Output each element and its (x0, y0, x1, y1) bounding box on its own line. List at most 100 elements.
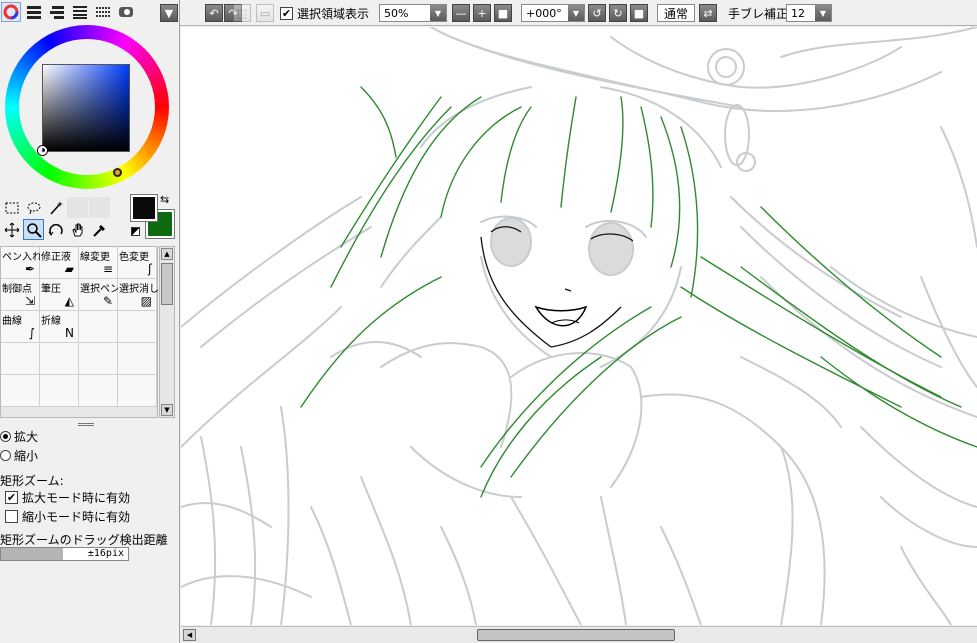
drawing-canvas[interactable] (181, 27, 977, 625)
chevron-down-icon[interactable]: ▼ (568, 5, 584, 21)
zoom-in-button[interactable]: + (473, 4, 491, 22)
move-tool[interactable] (1, 219, 22, 240)
menu-dropdown-button[interactable]: ▼ (160, 4, 178, 22)
select-erase-icon: ▨ (140, 294, 152, 308)
scroll-up-icon[interactable]: ▲ (161, 248, 173, 260)
brush-slot[interactable]: 線変更 ≡ (79, 247, 118, 279)
brush-label: 選択ペン (80, 284, 120, 295)
hue-picker-handle[interactable] (113, 168, 122, 177)
empty-brush-slot[interactable] (1, 343, 40, 375)
rotate-ccw-button[interactable]: ↺ (588, 4, 606, 22)
empty-brush-slot[interactable] (79, 311, 118, 343)
canvas-horizontal-scrollbar[interactable]: ◀ (181, 626, 977, 643)
selection-display-checkbox[interactable]: ✔ (280, 6, 293, 20)
brush-slot[interactable]: 筆圧 ◭ (40, 279, 79, 311)
brush-slot[interactable]: 折線 N (40, 311, 79, 343)
color-wheel-icon (3, 4, 19, 20)
hsv-slider-tab[interactable] (47, 2, 67, 22)
square-icon: ■ (633, 6, 645, 20)
mixer-tab[interactable] (70, 2, 90, 22)
chevron-down-icon[interactable]: ▼ (430, 5, 446, 21)
rgb-slider-tab[interactable] (24, 2, 44, 22)
empty-brush-slot[interactable] (118, 311, 157, 343)
scroll-thumb[interactable] (161, 263, 173, 305)
drag-distance-slider[interactable]: ±16pix (0, 547, 129, 561)
brush-label: 曲線 (2, 316, 22, 327)
empty-brush-slot[interactable] (1, 375, 40, 407)
brush-slot[interactable]: 選択ペン ✎ (79, 279, 120, 311)
magic-wand-tool[interactable] (45, 197, 66, 218)
deselect-icon: ⬚ (236, 6, 248, 20)
hand-tool[interactable] (67, 219, 88, 240)
brush-slot[interactable]: 制御点 ⇲ (1, 279, 40, 311)
blend-mode-button[interactable]: 通常 (657, 4, 696, 22)
brush-label: 筆圧 (41, 284, 61, 295)
scratchpad-tab[interactable] (116, 2, 136, 22)
rotate-icon (48, 223, 63, 236)
radio-button[interactable] (0, 450, 11, 461)
radio-button[interactable] (0, 431, 11, 442)
sv-picker-handle[interactable] (38, 146, 47, 155)
rotation-combo[interactable]: +000° ▼ (521, 4, 585, 22)
stabilizer-combo[interactable]: 12 ▼ (786, 4, 832, 22)
swatch-tab[interactable] (93, 2, 113, 22)
chevron-down-icon[interactable]: ▼ (815, 5, 831, 21)
invert-selection-button[interactable]: ▭ (256, 4, 274, 22)
chevron-down-icon: ▼ (164, 6, 174, 20)
hand-icon (71, 223, 82, 236)
foreground-color-swatch[interactable] (131, 195, 157, 221)
saturation-value-square[interactable] (42, 64, 130, 152)
empty-brush-slot[interactable] (118, 343, 157, 375)
lasso-tool[interactable] (23, 197, 44, 218)
zoom-tool[interactable] (23, 219, 44, 240)
zoom-out-radio[interactable]: 縮小 (0, 447, 38, 464)
rotate-tool[interactable] (45, 219, 66, 240)
plus-icon: + (477, 6, 487, 20)
rect-zoom-in-mode-checkbox[interactable]: ✔ 拡大モード時に有効 (5, 489, 130, 506)
deselect-button[interactable]: ⬚ (233, 4, 251, 22)
checkbox[interactable] (5, 510, 18, 523)
rotate-cw-button[interactable]: ↻ (609, 4, 627, 22)
flip-icon: ⇄ (703, 6, 713, 20)
scroll-thumb[interactable] (477, 629, 675, 641)
undo-button[interactable]: ↶ (205, 4, 223, 22)
brush-label: 折線 (41, 316, 61, 327)
zoom-reset-button[interactable]: ■ (494, 4, 512, 22)
color-wheel-tab[interactable] (1, 2, 21, 22)
brush-label: 色変更 (119, 252, 149, 263)
empty-brush-slot[interactable] (79, 375, 118, 407)
scroll-left-icon[interactable]: ◀ (183, 629, 196, 641)
eraser-icon: ▰ (64, 262, 74, 276)
reset-colors-icon[interactable] (131, 227, 140, 236)
empty-brush-slot[interactable] (79, 343, 118, 375)
app-window: ⇆ ペン入れ ✒ 修正液 ▰ 線変更 ≡ 色変更 ʃ 制御点 ⇲ 筆圧 ◭ 選択ペン ✎ 選択… (0, 0, 977, 643)
rect-select-tool[interactable] (1, 197, 22, 218)
zoom-in-radio[interactable]: 拡大 (0, 428, 38, 445)
brush-slot[interactable]: ペン入れ ✒ (1, 247, 42, 279)
swap-colors-icon[interactable]: ⇆ (160, 193, 169, 206)
recolor-icon: ʃ (147, 262, 152, 276)
empty-brush-slot[interactable] (118, 375, 157, 407)
zoom-combo[interactable]: 50% ▼ (379, 4, 447, 22)
rect-zoom-out-mode-checkbox[interactable]: 縮小モード時に有効 (5, 508, 130, 525)
brush-slot[interactable]: 選択消し ▨ (118, 279, 159, 311)
brush-slot[interactable]: 曲線 ∫ (1, 311, 40, 343)
flip-horizontal-button[interactable]: ⇄ (699, 4, 717, 22)
brush-label: 選択消し (119, 284, 159, 295)
brush-scrollbar[interactable]: ▲ ▼ (159, 246, 175, 418)
brush-label: 線変更 (80, 252, 110, 263)
brush-slot[interactable]: 色変更 ʃ (118, 247, 157, 279)
scroll-down-icon[interactable]: ▼ (161, 404, 173, 416)
panel-splitter[interactable] (78, 423, 94, 426)
checkbox[interactable]: ✔ (5, 491, 18, 504)
rotate-ccw-icon: ↺ (592, 6, 602, 20)
square-icon: ■ (497, 6, 509, 20)
rotate-reset-button[interactable]: ■ (630, 4, 648, 22)
zoom-out-button[interactable]: — (452, 4, 470, 22)
rotate-cw-icon: ↻ (613, 6, 623, 20)
pressure-icon: ◭ (64, 294, 74, 308)
brush-slot[interactable]: 修正液 ▰ (40, 247, 79, 279)
empty-brush-slot[interactable] (40, 343, 79, 375)
empty-brush-slot[interactable] (40, 375, 79, 407)
eyedropper-tool[interactable] (89, 219, 110, 240)
